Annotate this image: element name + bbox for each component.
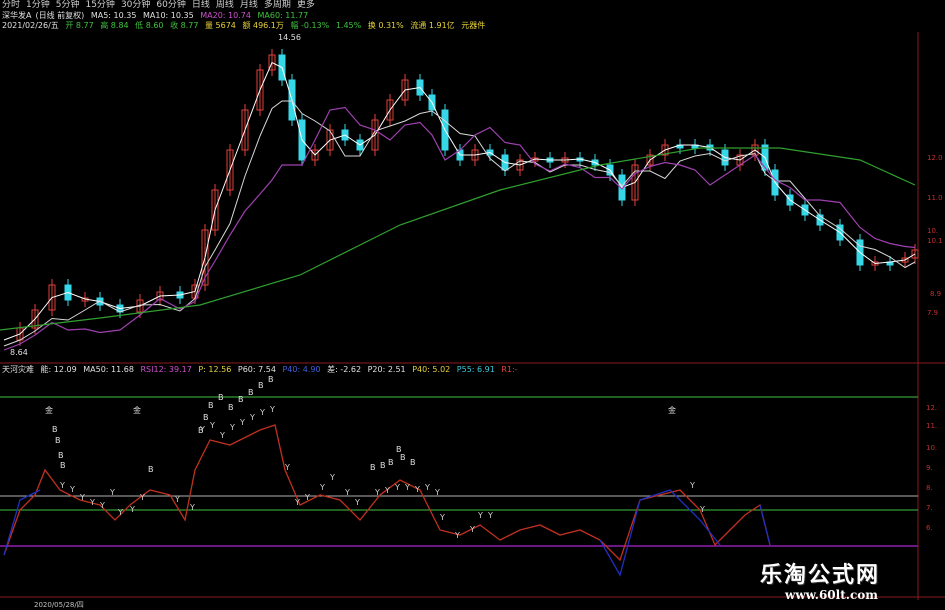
ind-axis-3: 10. <box>926 444 937 452</box>
y-marker: Y <box>249 413 255 422</box>
indicator-legend: 天河灾难 能: 12.09 MA50: 11.68 RSI12: 39.17 P… <box>2 364 522 375</box>
ind-p60: P60: 7.54 <box>237 365 276 374</box>
y-marker: Y <box>699 505 705 514</box>
y-marker: Y <box>59 481 65 490</box>
y-marker: Y <box>117 508 123 517</box>
y-marker: Y <box>424 483 430 492</box>
b-marker: B <box>238 395 244 404</box>
axis-label-2: 11.0 <box>927 194 943 202</box>
gold-marker: 金 <box>668 405 676 415</box>
ind-p55: P55: 6.91 <box>456 365 495 374</box>
ma10-line <box>3 100 916 347</box>
y-marker: Y <box>454 531 460 540</box>
y-marker: Y <box>344 488 350 497</box>
b-marker: B <box>208 401 214 410</box>
y-marker: Y <box>109 488 115 497</box>
ind-diff: 差: -2.62 <box>327 365 362 374</box>
y-marker: Y <box>374 488 380 497</box>
indicator-markers: 金金金BBBB BBBBBBBBBBB B BBBBY YYY YYY YY YYY YYYYY… <box>45 375 705 540</box>
y-marker: Y <box>414 485 420 494</box>
ind-p40: P40: 5.02 <box>412 365 451 374</box>
axis-label-6: 7.9 <box>927 309 938 317</box>
ind-axis-7: 6. <box>926 524 933 532</box>
candlestick-series <box>16 49 919 346</box>
peak-price-label: 14.56 <box>278 33 301 42</box>
ind-p20: P20: 2.51 <box>367 365 406 374</box>
b-marker: B <box>268 375 274 384</box>
ind-axis-1: 12. <box>926 404 937 412</box>
y-marker: Y <box>199 425 205 434</box>
gold-marker: 金 <box>133 405 141 415</box>
y-marker: Y <box>294 498 300 507</box>
y-marker: Y <box>209 421 215 430</box>
y-marker: Y <box>229 423 235 432</box>
b-marker: B <box>400 453 406 462</box>
y-marker: Y <box>129 505 135 514</box>
y-marker: Y <box>284 463 290 472</box>
y-marker: Y <box>99 501 105 510</box>
ind-p40a: P40: 4.90 <box>282 365 321 374</box>
b-marker: B <box>60 461 66 470</box>
ind-axis-4: 9. <box>926 464 933 472</box>
b-marker: B <box>148 465 154 474</box>
b-marker: B <box>248 388 254 397</box>
ind-v1: 能: 12.09 <box>40 365 77 374</box>
b-marker: B <box>370 463 376 472</box>
y-marker: Y <box>394 483 400 492</box>
y-marker: Y <box>79 493 85 502</box>
y-marker: Y <box>189 503 195 512</box>
axis-label-1: 12.0 <box>927 154 943 162</box>
watermark-url: www.60lt.com <box>785 588 878 602</box>
ind-r: R1:- <box>501 365 518 374</box>
ind-axis-6: 7. <box>926 504 933 512</box>
y-marker: Y <box>304 493 310 502</box>
y-marker: Y <box>69 485 75 494</box>
y-marker: Y <box>319 483 325 492</box>
indicator-blue-line <box>3 489 771 577</box>
b-marker: B <box>388 458 394 467</box>
ind-p: P: 12.56 <box>198 365 232 374</box>
b-marker: B <box>58 451 64 460</box>
watermark-title: 乐淘公式网 <box>760 562 881 588</box>
y-marker: Y <box>219 431 225 440</box>
axis-label-4: 10.1 <box>927 237 943 245</box>
y-marker: Y <box>354 498 360 507</box>
y-marker: Y <box>689 481 695 490</box>
b-marker: B <box>258 381 264 390</box>
y-marker: Y <box>469 525 475 534</box>
b-marker: B <box>203 413 209 422</box>
y-marker: Y <box>259 408 265 417</box>
axis-label-5: 8.9 <box>930 290 941 298</box>
y-marker: Y <box>439 513 445 522</box>
chart-canvas: 金金金BBBB BBBBBBBBBBB B BBBBY YYY YYY YY YYY YYYYY… <box>0 32 945 600</box>
y-marker: Y <box>329 473 335 482</box>
ind-axis-5: 8. <box>926 484 933 492</box>
b-marker: B <box>228 403 234 412</box>
b-marker: B <box>218 393 224 402</box>
y-marker: Y <box>404 483 410 492</box>
ma5-line <box>3 61 916 341</box>
indicator-lines <box>3 424 771 577</box>
y-marker: Y <box>487 511 493 520</box>
ind-rsi: RSI12: 39.17 <box>140 365 192 374</box>
y-marker: Y <box>174 495 180 504</box>
y-marker: Y <box>139 493 145 502</box>
ind-ma50: MA50: 11.68 <box>83 365 134 374</box>
b-marker: B <box>410 458 416 467</box>
axis-label-3: 10. <box>927 227 938 235</box>
y-marker: Y <box>384 486 390 495</box>
indicator-name[interactable]: 天河灾难 <box>2 365 34 374</box>
ma20-line <box>3 106 916 351</box>
y-marker: Y <box>269 405 275 414</box>
y-marker: Y <box>477 511 483 520</box>
b-marker: B <box>55 436 61 445</box>
b-marker: B <box>380 461 386 470</box>
y-marker: Y <box>434 488 440 497</box>
y-marker: Y <box>239 418 245 427</box>
ind-axis-2: 11. <box>926 422 937 430</box>
y-marker: Y <box>89 498 95 507</box>
low-price-label: 8.64 <box>10 348 28 357</box>
b-marker: B <box>52 425 58 434</box>
gold-marker: 金 <box>45 405 53 415</box>
